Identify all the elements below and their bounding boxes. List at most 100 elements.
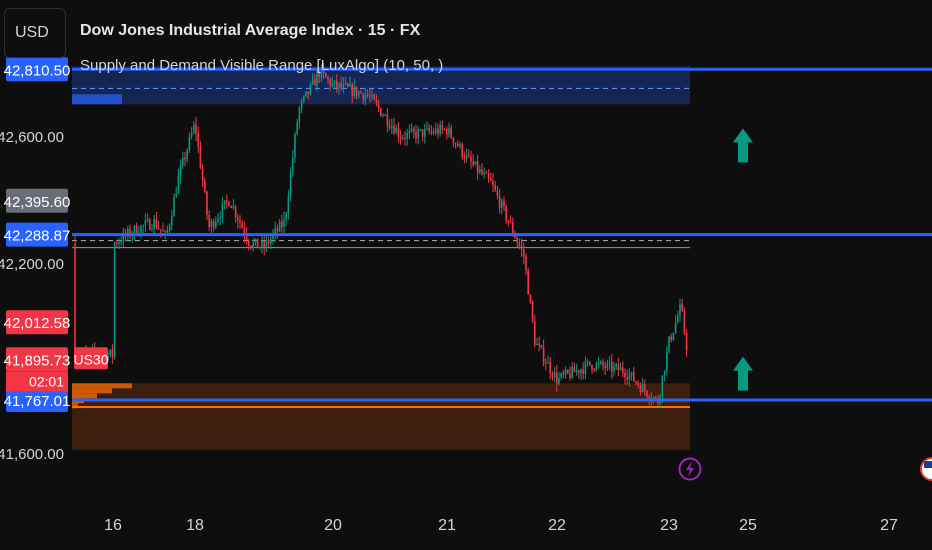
candle-body — [120, 242, 122, 244]
chart-title: Dow Jones Industrial Average Index · 15 … — [80, 22, 421, 39]
candle-body — [237, 217, 239, 221]
candle-body — [113, 242, 116, 357]
candle-body — [635, 381, 637, 383]
candle-body — [179, 165, 182, 176]
candle-body — [197, 133, 199, 146]
candle-body — [602, 361, 604, 366]
price-tag-label: 42,012.58 — [4, 315, 71, 332]
candle-body — [595, 363, 598, 370]
candle-body — [109, 349, 111, 355]
candle-body — [461, 144, 463, 157]
candle-body — [366, 94, 369, 96]
currency-selector-button[interactable]: USD — [4, 8, 66, 58]
candle-body — [157, 228, 160, 230]
candle-body — [186, 150, 188, 160]
candle-body — [364, 94, 367, 100]
candle-body — [586, 361, 589, 363]
candle-body — [311, 79, 314, 84]
candle-body — [485, 172, 488, 174]
candle-body — [448, 127, 450, 135]
candle-body — [573, 366, 576, 373]
candle-body — [384, 114, 386, 116]
candle-body — [560, 373, 562, 378]
candle-body — [221, 203, 224, 218]
candle-body — [430, 131, 433, 133]
candle-body — [267, 240, 270, 244]
candle-body — [296, 121, 298, 135]
candle-body — [564, 369, 567, 375]
candle-body — [281, 221, 283, 228]
candle-body — [226, 200, 228, 202]
candle-body — [116, 242, 118, 245]
candle-body — [149, 219, 151, 230]
candle-body — [331, 83, 334, 86]
candle-body — [644, 384, 646, 391]
candle-body — [575, 370, 578, 373]
candle-body — [597, 363, 600, 365]
candle-body — [454, 143, 457, 145]
candle-body — [619, 367, 622, 371]
price-chart[interactable]: 42,600.00 42,200.00 41,600.00 42,810.50 42,3… — [0, 0, 932, 550]
x-tick-label: 18 — [186, 517, 204, 534]
supply-zone-profile — [72, 94, 122, 105]
candle-body — [465, 154, 468, 159]
candle-body — [639, 385, 642, 393]
candle-body — [210, 221, 213, 228]
candle-body — [232, 206, 235, 209]
candle-body — [377, 103, 380, 108]
candle-body — [683, 310, 686, 333]
y-tick-label: 42,600.00 — [0, 129, 64, 146]
candle-body — [230, 205, 232, 209]
candle-body — [397, 127, 400, 137]
y-tick-label: 41,600.00 — [0, 446, 64, 463]
candle-body — [118, 242, 120, 245]
candle-body — [417, 129, 419, 139]
candle-body — [547, 361, 549, 364]
candle-body — [292, 157, 294, 173]
price-tag-label: 41,767.01 — [4, 393, 71, 410]
candle-body — [681, 304, 683, 311]
candle-body — [171, 216, 173, 225]
candle-body — [578, 370, 580, 374]
candle-body — [162, 230, 164, 232]
candle-body — [507, 220, 510, 223]
symbol-tag-label: US30 — [73, 351, 108, 367]
candle-body — [571, 366, 573, 378]
candle-body — [419, 129, 422, 131]
candle-body — [439, 125, 441, 135]
candle-body — [395, 127, 397, 134]
candle-body — [672, 332, 675, 340]
candle-body — [604, 365, 606, 369]
candle-body — [351, 84, 353, 96]
candle-body — [212, 221, 215, 228]
candle-body — [474, 161, 477, 165]
candle-body — [190, 132, 193, 137]
candle-body — [316, 72, 318, 86]
candle-body — [329, 79, 331, 86]
candle-body — [353, 86, 356, 96]
candle-body — [336, 80, 338, 88]
candle-body — [463, 156, 466, 159]
candle-body — [362, 93, 364, 100]
candle-body — [628, 374, 631, 380]
candle-body — [182, 157, 184, 166]
candle-body — [472, 161, 474, 165]
candle-body — [615, 364, 617, 366]
candle-body — [303, 96, 305, 101]
candle-body — [562, 373, 565, 375]
indicator-label[interactable]: Supply and Demand Visible Range [LuxAlgo… — [80, 57, 443, 74]
candle-body — [558, 377, 560, 385]
price-tag-label: 42,810.50 — [4, 62, 71, 79]
candle-body — [496, 190, 499, 196]
candle-body — [509, 222, 512, 224]
candle-body — [388, 125, 391, 128]
candle-body — [142, 225, 144, 227]
candle-body — [523, 249, 525, 257]
candle-body — [646, 390, 648, 397]
candle-body — [540, 345, 543, 348]
candle-body — [160, 229, 162, 231]
up-arrow-icon — [733, 356, 753, 391]
candle-body — [375, 99, 378, 104]
candle-body — [314, 79, 316, 86]
demand-zone — [72, 383, 690, 450]
